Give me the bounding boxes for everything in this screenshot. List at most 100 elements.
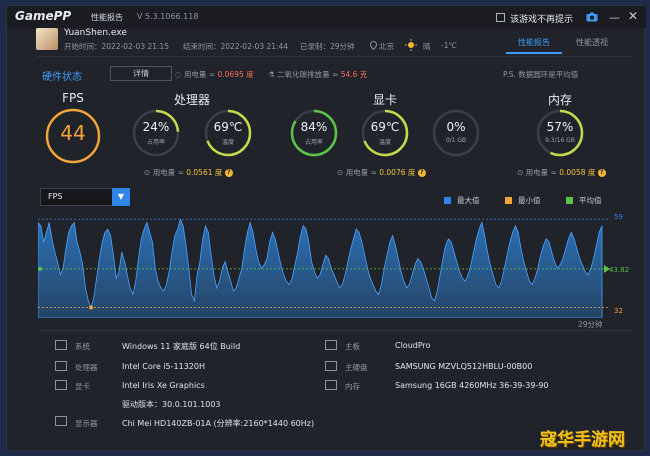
memory-stick-icon xyxy=(325,380,337,390)
start-time: 开始时间：2022-02-03 21:15 xyxy=(64,42,170,51)
gpu-usage-label: 占用率 xyxy=(304,139,323,146)
power-icon: ⊙ xyxy=(144,168,151,177)
legend-min-label: 最小值 xyxy=(518,196,541,205)
spec-os-label: 系统 xyxy=(75,342,90,351)
spec-memory-value: Samsung 16GB 4260MHz 36-39-39-90 xyxy=(395,381,549,390)
details-button[interactable]: 详情 xyxy=(110,66,172,81)
y-avg-label: 43.82 xyxy=(609,266,630,274)
memory-usage-label: 9.3/16 GB xyxy=(545,137,575,144)
sun-icon xyxy=(405,39,417,51)
memory-usage-gauge: 57% 9.3/16 GB xyxy=(535,108,585,158)
memory-power-value: 0.0058 度 xyxy=(559,168,596,177)
memory-usage-value: 57% xyxy=(546,120,574,134)
spec-divider xyxy=(36,330,634,331)
spec-display-label: 显示器 xyxy=(75,419,98,428)
avg-marker xyxy=(38,266,42,271)
site-watermark: 寇华手游网 xyxy=(540,430,625,450)
memory-power-label: 用电量 ≈ xyxy=(525,168,557,177)
gpu-temp-value: 69℃ xyxy=(370,120,400,134)
gpu-power-label: 用电量 ≈ xyxy=(345,168,377,177)
gpu-temp-label: 温度 xyxy=(378,139,391,146)
spec-driver-value: 驱动版本：30.0.101.1003 xyxy=(122,400,221,409)
hardware-status-title: 硬件状态 xyxy=(42,72,82,83)
spec-gpu-value: Intel Iris Xe Graphics xyxy=(122,381,205,390)
tab-performance-insight[interactable]: 性能透视 xyxy=(567,34,617,54)
spec-gpu-label: 显卡 xyxy=(75,382,90,391)
spec-disk-label: 主硬盘 xyxy=(345,363,368,372)
power-plug-icon: ◌ xyxy=(175,70,182,79)
screenshot-camera-icon[interactable] xyxy=(586,12,598,22)
metric-select-value: FPS xyxy=(48,192,63,201)
disk-icon xyxy=(325,361,337,371)
motherboard-icon xyxy=(325,340,337,350)
legend-max-swatch xyxy=(444,197,451,204)
ring-average-hint: P.S. 数据圆环是平均值 xyxy=(503,70,579,79)
close-button[interactable]: ✕ xyxy=(628,9,638,23)
fps-title: FPS xyxy=(62,91,84,105)
app-name: YuanShen.exe xyxy=(64,28,127,38)
monitor-icon xyxy=(55,416,67,426)
x-end-label: 29分钟 xyxy=(578,320,603,329)
help-icon[interactable]: ? xyxy=(224,169,233,177)
co2-value: 54.6 克 xyxy=(340,70,368,79)
cpu-temp-label: 温度 xyxy=(221,139,234,146)
co2-label: 二氧化碳排放量 ≈ xyxy=(277,70,339,79)
cpu-usage-value: 24% xyxy=(142,120,170,134)
legend-max-label: 最大值 xyxy=(457,196,480,205)
legend-avg-swatch xyxy=(566,197,573,204)
header-divider xyxy=(36,56,634,57)
gpu-vram-value: 0% xyxy=(446,120,466,134)
spec-board-label: 主板 xyxy=(345,342,360,351)
location-label: 北京 xyxy=(379,42,394,51)
total-power-label: 用电量 ≈ xyxy=(183,70,216,79)
memory-title: 内存 xyxy=(548,93,573,107)
total-power-value: 0.0695 度 xyxy=(217,70,254,79)
window-tab-title[interactable]: 性能报告 xyxy=(91,12,123,23)
help-icon[interactable]: ? xyxy=(417,169,426,177)
help-icon[interactable]: ? xyxy=(597,169,606,177)
legend-min: 最小值 xyxy=(505,195,541,206)
cpu-temp-value: 69℃ xyxy=(213,120,243,134)
power-icon: ⊙ xyxy=(337,168,344,177)
y-max-label: 59 xyxy=(614,213,623,221)
spec-display-value: Chi Mei HD140ZB-01A (分辨率:2160*1440 60Hz) xyxy=(122,419,315,428)
game-avatar xyxy=(36,28,58,50)
cpu-power-value: 0.0561 度 xyxy=(186,168,223,177)
total-power-stat: ◌ 用电量 ≈ 0.0695 度 xyxy=(175,69,254,80)
cpu-title: 处理器 xyxy=(174,93,211,107)
power-icon: ⊙ xyxy=(517,168,524,177)
cpu-usage-label: 占用率 xyxy=(146,139,165,146)
gpu-card-icon xyxy=(55,380,67,390)
recorded-duration: 已录制：29分钟 xyxy=(300,42,355,51)
legend-avg: 平均值 xyxy=(566,195,602,206)
cpu-chip-icon xyxy=(55,361,67,371)
co2-stat: ⚗ 二氧化碳排放量 ≈ 54.6 克 xyxy=(268,69,367,80)
tab-performance-report[interactable]: 性能报告 xyxy=(506,34,562,54)
fps-average-value: 44 xyxy=(60,121,86,145)
minimize-button[interactable]: — xyxy=(609,11,620,24)
no-popup-label[interactable]: 该游戏不再提示 xyxy=(510,12,573,25)
gpu-usage-gauge: 84% 占用率 xyxy=(289,108,339,158)
gpu-usage-value: 84% xyxy=(300,120,328,134)
fps-area-chart xyxy=(38,218,610,318)
temperature-label: -1℃ xyxy=(441,41,457,50)
weather-label: 晴 xyxy=(423,42,431,51)
gpu-vram-label: 0/1 GB xyxy=(445,137,467,144)
spec-memory-label: 内存 xyxy=(345,382,360,391)
co2-icon: ⚗ xyxy=(268,70,275,79)
spec-disk-value: SAMSUNG MZVLQ512HBLU-00B00 xyxy=(395,362,533,371)
gpu-title: 显卡 xyxy=(373,93,398,107)
windows-icon xyxy=(55,340,67,350)
cpu-power-label: 用电量 ≈ xyxy=(152,168,184,177)
chevron-down-icon[interactable]: ▼ xyxy=(112,188,130,206)
spec-cpu-label: 处理器 xyxy=(75,363,98,372)
legend-min-swatch xyxy=(505,197,512,204)
end-time: 结束时间：2022-02-03 21:44 xyxy=(183,42,289,51)
metric-select[interactable]: FPS ▼ xyxy=(40,188,130,206)
no-popup-checkbox[interactable] xyxy=(496,13,505,22)
legend-avg-label: 平均值 xyxy=(579,196,602,205)
cpu-usage-gauge: 24% 占用率 xyxy=(131,108,181,158)
min-marker xyxy=(89,305,94,310)
memory-power: ⊙ 用电量 ≈ 0.0058 度 ? xyxy=(517,167,606,178)
y-min-label: 32 xyxy=(614,307,623,315)
